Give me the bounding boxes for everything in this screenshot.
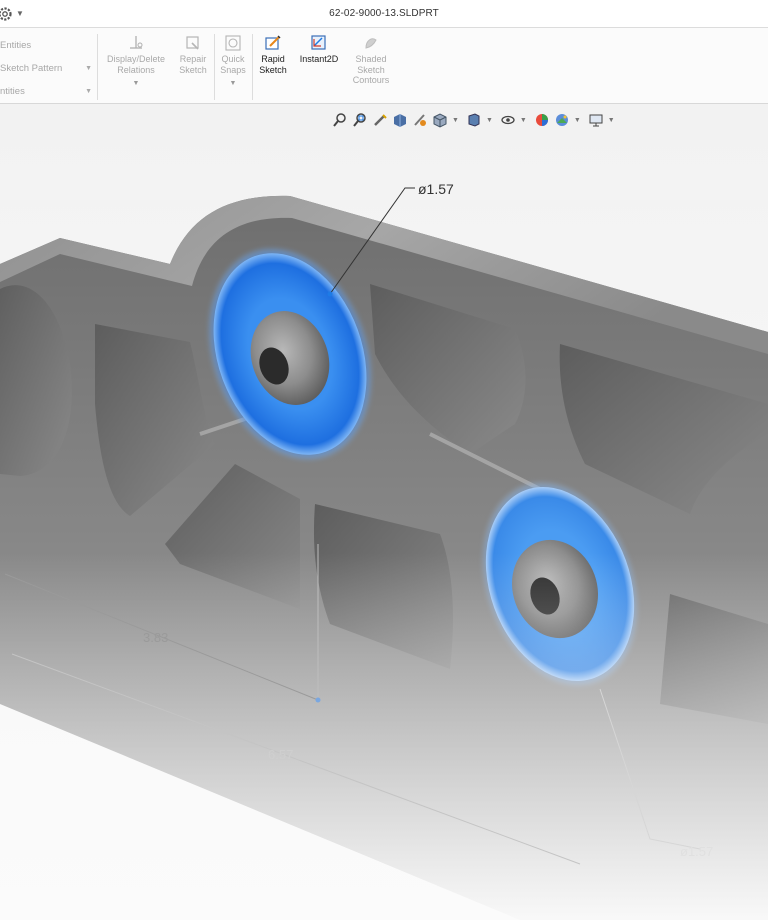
rapid-sketch-icon xyxy=(265,35,281,50)
repair-sketch-icon xyxy=(186,36,199,50)
command-manager-ribbon: Entities Sketch Pattern ▼ ntities ▼ Displa… xyxy=(0,28,768,104)
ribbon-item-entities[interactable]: Entities xyxy=(0,34,96,57)
fade-overlay xyxy=(0,104,768,920)
ribbon-divider xyxy=(214,34,215,100)
instant2d-button[interactable]: Instant2D xyxy=(294,34,344,65)
ribbon-divider xyxy=(252,34,253,100)
shaded-contours-icon xyxy=(365,38,377,49)
repair-sketch-button[interactable]: Repair Sketch xyxy=(174,34,212,75)
shaded-sketch-contours-button[interactable]: Shaded Sketch Contours xyxy=(347,34,395,86)
document-title: 62-02-9000-13.SLDPRT xyxy=(329,8,439,19)
ribbon-divider xyxy=(97,34,98,100)
ribbon-item-sketch-pattern[interactable]: Sketch Pattern ▼ xyxy=(0,57,96,80)
dimension-diameter-bottom[interactable]: ø1.57 xyxy=(680,844,713,859)
quick-snaps-button[interactable]: Quick Snaps ▼ xyxy=(216,34,250,90)
chevron-down-icon[interactable]: ▼ xyxy=(85,88,92,95)
chevron-down-icon[interactable]: ▼ xyxy=(216,79,250,90)
chevron-down-icon[interactable]: ▼ xyxy=(101,79,171,90)
dimension-diameter-top[interactable]: ø1.57 xyxy=(418,181,454,197)
dimension-anchor xyxy=(315,697,321,703)
quick-snaps-icon xyxy=(225,35,241,51)
chevron-down-icon[interactable]: ▼ xyxy=(85,65,92,72)
dimension-anchor xyxy=(327,291,333,297)
dimension-length-short[interactable]: 3.83 xyxy=(143,630,168,645)
display-delete-relations-button[interactable]: Display/Delete Relations ▼ xyxy=(101,34,171,90)
relations-icon xyxy=(130,36,143,49)
sketch-entities-group: Entities Sketch Pattern ▼ ntities ▼ xyxy=(0,34,96,103)
instant2d-icon xyxy=(311,35,326,50)
part-model[interactable]: ø1.57 3.83 6.57 ø1.57 xyxy=(0,104,768,920)
graphics-area[interactable]: ▼ ▼ ▼ ▼ ▼ xyxy=(0,104,768,920)
rapid-sketch-button[interactable]: Rapid Sketch xyxy=(255,34,291,75)
title-bar: ▼ 62-02-9000-13.SLDPRT xyxy=(0,0,768,28)
dimension-length-long[interactable]: 6.57 xyxy=(268,747,293,762)
ribbon-item-move-entities[interactable]: ntities ▼ xyxy=(0,80,96,103)
